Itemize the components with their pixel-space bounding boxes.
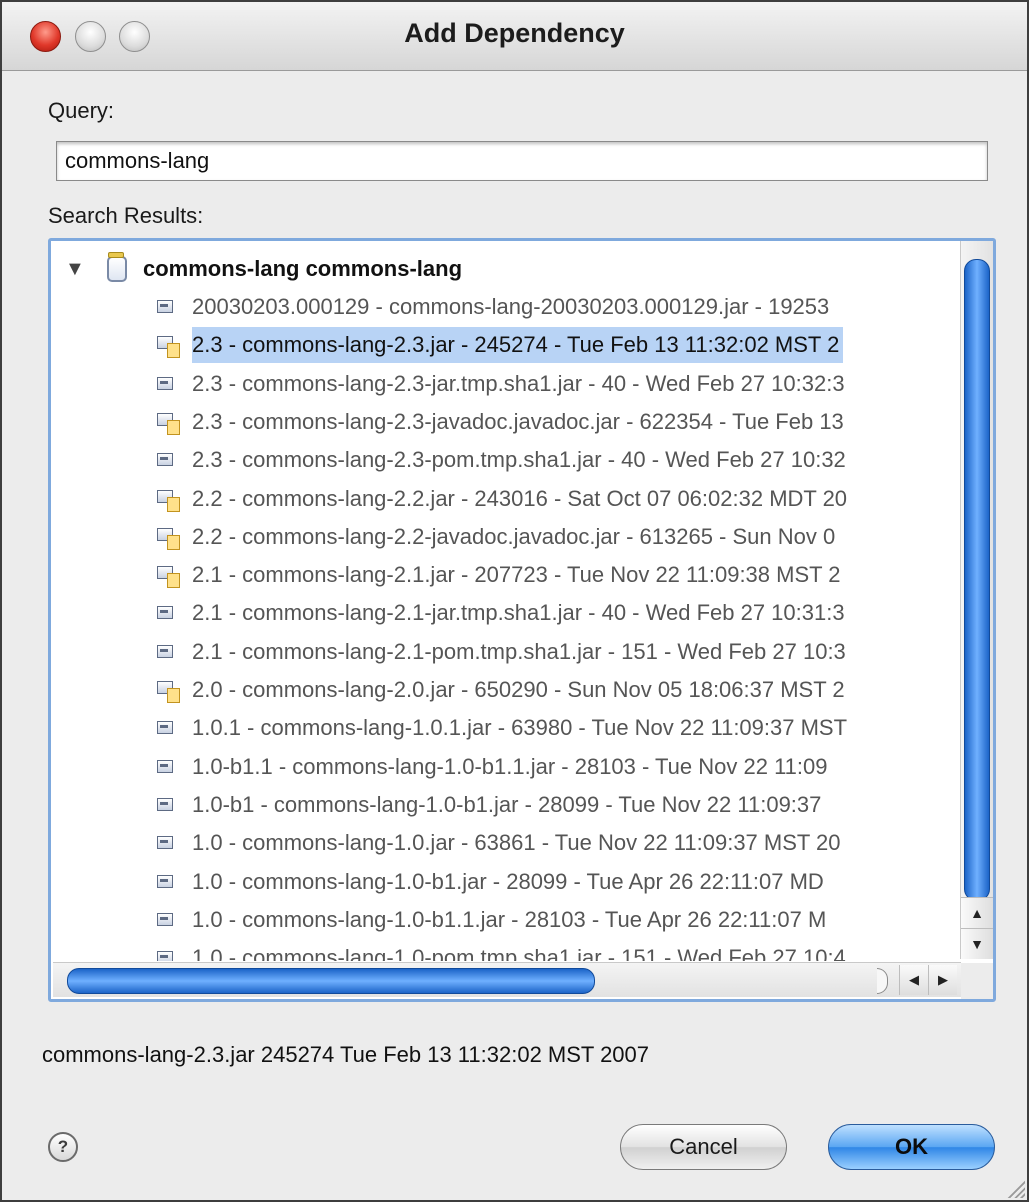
- ok-button[interactable]: OK: [828, 1124, 995, 1170]
- result-row-label: 1.0.1 - commons-lang-1.0.1.jar - 63980 -…: [192, 715, 848, 741]
- scroll-down-arrow-icon[interactable]: ▼: [961, 928, 993, 959]
- maven-artifact-icon: [107, 252, 127, 282]
- result-row-label: 2.1 - commons-lang-2.1-jar.tmp.sha1.jar …: [192, 600, 845, 626]
- result-row-label: 1.0 - commons-lang-1.0-b1.jar - 28099 - …: [192, 868, 824, 894]
- result-row-label: 1.0 - commons-lang-1.0-pom.tmp.sha1.jar …: [192, 945, 846, 961]
- tree-root-row[interactable]: ▼ commons-lang commons-lang: [53, 251, 961, 287]
- result-row[interactable]: 2.3 - commons-lang-2.3-javadoc.javadoc.j…: [53, 404, 961, 440]
- result-row[interactable]: 2.3 - commons-lang-2.3-jar.tmp.sha1.jar …: [53, 366, 961, 402]
- jar-file-icon: [157, 300, 173, 313]
- result-row-label: 1.0-b1.1 - commons-lang-1.0-b1.1.jar - 2…: [192, 753, 828, 779]
- query-input[interactable]: [56, 141, 988, 181]
- jar-file-icon: [157, 644, 173, 658]
- jar-file-icon: [157, 912, 173, 926]
- jar-file-icon: [157, 874, 173, 888]
- result-row[interactable]: 1.0 - commons-lang-1.0-b1.1.jar - 28103 …: [53, 902, 961, 938]
- result-row-label: 2.3 - commons-lang-2.3.jar - 245274 - Tu…: [192, 327, 844, 364]
- jar-with-source-icon: [157, 527, 180, 550]
- vertical-scroll-thumb[interactable]: [964, 259, 990, 901]
- result-row[interactable]: 2.2 - commons-lang-2.2-javadoc.javadoc.j…: [53, 519, 961, 555]
- resize-grip-icon[interactable]: [1003, 1176, 1025, 1198]
- result-row-label: 1.0-b1 - commons-lang-1.0-b1.jar - 28099…: [192, 791, 822, 817]
- horizontal-scrollbar[interactable]: ◀ ▶: [53, 962, 961, 997]
- result-row-label: 1.0 - commons-lang-1.0.jar - 63861 - Tue…: [192, 830, 841, 856]
- jar-file-icon: [157, 836, 173, 850]
- result-row-label: 2.3 - commons-lang-2.3-pom.tmp.sha1.jar …: [192, 447, 846, 473]
- result-row[interactable]: 2.1 - commons-lang-2.1-pom.tmp.sha1.jar …: [53, 634, 961, 670]
- add-dependency-dialog: Add Dependency Query: Search Results: ▼ …: [0, 0, 1029, 1202]
- result-row[interactable]: 1.0-b1.1 - commons-lang-1.0-b1.1.jar - 2…: [53, 749, 961, 785]
- vertical-scrollbar[interactable]: ▲ ▼: [960, 241, 993, 959]
- jar-file-icon: [157, 376, 173, 390]
- result-row[interactable]: 1.0 - commons-lang-1.0-b1.jar - 28099 - …: [53, 864, 961, 900]
- window-title: Add Dependency: [404, 18, 625, 48]
- jar-with-source-icon: [157, 336, 180, 359]
- result-row-label: 2.1 - commons-lang-2.1.jar - 207723 - Tu…: [192, 562, 841, 588]
- scroll-right-arrow-icon[interactable]: ▶: [928, 965, 957, 995]
- scroll-up-arrow-icon[interactable]: ▲: [961, 897, 993, 928]
- jar-file-icon: [157, 606, 173, 620]
- title-bar: Add Dependency: [2, 2, 1027, 71]
- result-row[interactable]: 2.3 - commons-lang-2.3.jar - 245274 - Tu…: [53, 327, 961, 364]
- result-row-label: 2.3 - commons-lang-2.3-jar.tmp.sha1.jar …: [192, 370, 845, 396]
- result-row-label: 2.3 - commons-lang-2.3-javadoc.javadoc.j…: [192, 408, 844, 434]
- search-results-tree[interactable]: ▼ commons-lang commons-lang 20030203.000…: [48, 238, 996, 1002]
- search-results-label: Search Results:: [48, 203, 204, 228]
- jar-file-icon: [157, 453, 173, 467]
- result-row-label: 2.2 - commons-lang-2.2-javadoc.javadoc.j…: [192, 523, 836, 549]
- scroll-left-arrow-icon[interactable]: ◀: [899, 965, 928, 995]
- result-row-label: 20030203.000129 - commons-lang-20030203.…: [192, 294, 830, 319]
- result-row[interactable]: 2.2 - commons-lang-2.2.jar - 243016 - Sa…: [53, 481, 961, 517]
- jar-with-source-icon: [157, 489, 180, 512]
- jar-file-icon: [157, 721, 173, 735]
- result-row[interactable]: 1.0.1 - commons-lang-1.0.1.jar - 63980 -…: [53, 710, 961, 746]
- result-row-label: 2.2 - commons-lang-2.2.jar - 243016 - Sa…: [192, 485, 848, 511]
- result-row-label: 2.1 - commons-lang-2.1-pom.tmp.sha1.jar …: [192, 638, 846, 664]
- jar-with-source-icon: [157, 412, 180, 435]
- result-row[interactable]: 2.3 - commons-lang-2.3-pom.tmp.sha1.jar …: [53, 442, 961, 478]
- horizontal-track-end: [877, 968, 888, 994]
- tree-root-label: commons-lang commons-lang: [143, 256, 463, 281]
- help-icon[interactable]: ?: [48, 1132, 78, 1162]
- scrollbar-corner: [961, 963, 993, 999]
- result-row[interactable]: 1.0 - commons-lang-1.0.jar - 63861 - Tue…: [53, 825, 961, 861]
- horizontal-scroll-thumb[interactable]: [67, 968, 595, 994]
- jar-with-source-icon: [157, 566, 180, 589]
- jar-file-icon: [157, 759, 173, 773]
- query-label: Query:: [48, 98, 115, 123]
- result-row-label: 2.0 - commons-lang-2.0.jar - 650290 - Su…: [192, 677, 845, 702]
- result-row[interactable]: 1.0-b1 - commons-lang-1.0-b1.jar - 28099…: [53, 787, 961, 823]
- result-row[interactable]: 2.1 - commons-lang-2.1.jar - 207723 - Tu…: [53, 557, 961, 593]
- selection-details: commons-lang-2.3.jar 245274 Tue Feb 13 1…: [42, 1042, 650, 1067]
- jar-file-icon: [157, 951, 173, 961]
- disclosure-triangle-icon[interactable]: ▼: [65, 251, 85, 287]
- result-row-label: 1.0 - commons-lang-1.0-b1.1.jar - 28103 …: [192, 906, 827, 932]
- result-row[interactable]: 2.1 - commons-lang-2.1-jar.tmp.sha1.jar …: [53, 595, 961, 631]
- tree-viewport: ▼ commons-lang commons-lang 20030203.000…: [53, 243, 961, 961]
- jar-with-source-icon: [157, 681, 180, 703]
- result-row[interactable]: 1.0 - commons-lang-1.0-pom.tmp.sha1.jar …: [53, 940, 961, 961]
- result-row[interactable]: 2.0 - commons-lang-2.0.jar - 650290 - Su…: [53, 672, 961, 708]
- jar-file-icon: [157, 797, 173, 811]
- cancel-button[interactable]: Cancel: [620, 1124, 787, 1170]
- result-row[interactable]: 20030203.000129 - commons-lang-20030203.…: [53, 289, 961, 325]
